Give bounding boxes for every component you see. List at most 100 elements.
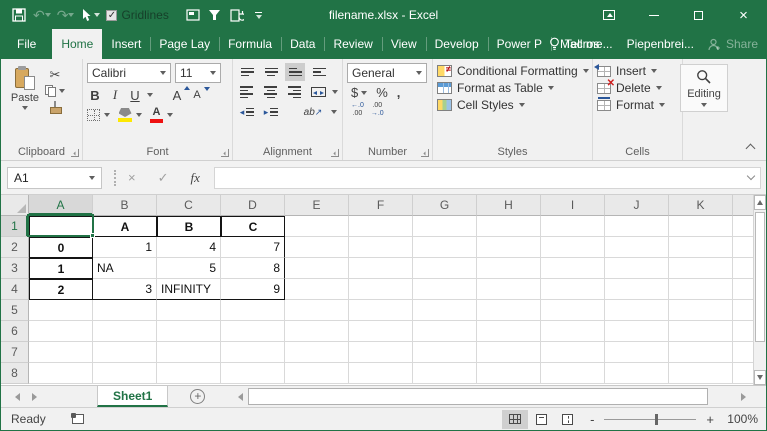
row-header-1[interactable]: 1 (1, 216, 29, 237)
horizontal-scroll-thumb[interactable] (248, 388, 708, 405)
paste-button[interactable]: Paste (5, 63, 45, 144)
cell-E2[interactable] (285, 237, 349, 258)
cell-J3[interactable] (605, 258, 669, 279)
cell-E5[interactable] (285, 300, 349, 321)
close-button[interactable]: × (721, 1, 766, 29)
top-align-button[interactable] (237, 63, 257, 81)
cell-I8[interactable] (541, 363, 605, 384)
cell-K2[interactable] (669, 237, 733, 258)
window-button[interactable] (185, 4, 201, 26)
formula-input[interactable] (213, 166, 761, 189)
align-center-button[interactable] (261, 83, 281, 101)
row-header-3[interactable]: 3 (1, 258, 29, 279)
cell-B6[interactable] (93, 321, 157, 342)
middle-align-button[interactable] (261, 63, 281, 81)
cell-I5[interactable] (541, 300, 605, 321)
user-account[interactable]: Piepenbrei... (627, 37, 694, 51)
conditional-formatting-button[interactable]: Conditional Formatting (437, 64, 589, 78)
cell-H6[interactable] (477, 321, 541, 342)
cell-F5[interactable] (349, 300, 413, 321)
cell-A1[interactable] (29, 216, 93, 237)
row-header-4[interactable]: 4 (1, 279, 29, 300)
tab-file[interactable]: File (1, 29, 52, 59)
page-layout-view-button[interactable] (528, 410, 554, 429)
tab-power-pivot[interactable]: Power P (487, 29, 551, 59)
align-left-button[interactable] (237, 83, 257, 101)
cell-E6[interactable] (285, 321, 349, 342)
cell-C8[interactable] (157, 363, 221, 384)
cell-B8[interactable] (93, 363, 157, 384)
zoom-level[interactable]: 100% (724, 412, 758, 426)
column-header-H[interactable]: H (477, 195, 541, 216)
undo-button[interactable]: ↶ (33, 4, 51, 26)
cell-C1[interactable]: B (157, 216, 221, 237)
decrease-indent-button[interactable]: ◂ (237, 103, 257, 121)
cell-B4[interactable]: 3 (93, 279, 157, 300)
share-button[interactable]: Share (708, 37, 758, 51)
cell-K1[interactable] (669, 216, 733, 237)
tab-insert[interactable]: Insert (102, 29, 150, 59)
tab-view[interactable]: View (381, 29, 426, 59)
accounting-format-button[interactable]: $ (351, 85, 368, 100)
insert-function-button[interactable]: fx (191, 170, 200, 186)
cell-A7[interactable] (29, 342, 93, 363)
column-header-F[interactable]: F (349, 195, 413, 216)
cell-E8[interactable] (285, 363, 349, 384)
cell-C7[interactable] (157, 342, 221, 363)
tab-formulas[interactable]: Formula (219, 29, 281, 59)
cell-B5[interactable] (93, 300, 157, 321)
cell-styles-button[interactable]: Cell Styles (437, 98, 588, 112)
cell-I1[interactable] (541, 216, 605, 237)
underline-button[interactable]: U (127, 86, 143, 104)
bottom-align-button[interactable] (285, 63, 305, 81)
tell-me-box[interactable]: Tell me... (549, 37, 613, 51)
redo-button[interactable]: ↷ (57, 4, 75, 26)
wrap-text-button[interactable] (309, 63, 329, 81)
tab-page-layout[interactable]: Page Lay (150, 29, 219, 59)
merge-center-button[interactable] (308, 83, 328, 101)
cell-A2[interactable]: 0 (29, 237, 93, 258)
cell-H4[interactable] (477, 279, 541, 300)
cell-J5[interactable] (605, 300, 669, 321)
scroll-up-button[interactable] (754, 195, 766, 210)
cell-J8[interactable] (605, 363, 669, 384)
tab-developer[interactable]: Develop (425, 29, 488, 59)
increase-decimal-button[interactable]: ←.0.00 (351, 102, 364, 117)
alignment-dialog-launcher-icon[interactable] (331, 149, 339, 157)
macro-record-icon[interactable] (70, 413, 84, 424)
row-header-2[interactable]: 2 (1, 237, 29, 258)
cell-J4[interactable] (605, 279, 669, 300)
cell-F8[interactable] (349, 363, 413, 384)
next-sheet-button[interactable] (32, 392, 37, 401)
cell-D7[interactable] (221, 342, 285, 363)
orientation-button[interactable]: ab ↗ (299, 103, 327, 121)
cell-J6[interactable] (605, 321, 669, 342)
format-painter-button[interactable] (45, 101, 65, 114)
column-header-K[interactable]: K (669, 195, 733, 216)
save-button[interactable] (11, 4, 27, 26)
cell-K8[interactable] (669, 363, 733, 384)
select-all-corner[interactable] (1, 195, 29, 216)
cell-A8[interactable] (29, 363, 93, 384)
cell-K5[interactable] (669, 300, 733, 321)
cell-E7[interactable] (285, 342, 349, 363)
cancel-button[interactable]: × (128, 170, 136, 185)
cell-H1[interactable] (477, 216, 541, 237)
scroll-right-button[interactable] (736, 388, 751, 405)
delete-cells-button[interactable]: ✕ Delete (597, 78, 678, 95)
column-header-E[interactable]: E (285, 195, 349, 216)
fill-color-button[interactable] (118, 108, 142, 122)
cell-D6[interactable] (221, 321, 285, 342)
cell-B1[interactable]: A (93, 216, 157, 237)
cell-B3[interactable]: NA (93, 258, 157, 279)
cell-D1[interactable]: C (221, 216, 285, 237)
number-format-combo[interactable]: General (347, 63, 427, 83)
previous-sheet-button[interactable] (15, 392, 20, 401)
cell-C5[interactable] (157, 300, 221, 321)
cell-A6[interactable] (29, 321, 93, 342)
cell-G5[interactable] (413, 300, 477, 321)
minimize-button[interactable] (631, 1, 676, 29)
normal-view-button[interactable] (502, 409, 529, 429)
cell-K3[interactable] (669, 258, 733, 279)
cell-F7[interactable] (349, 342, 413, 363)
